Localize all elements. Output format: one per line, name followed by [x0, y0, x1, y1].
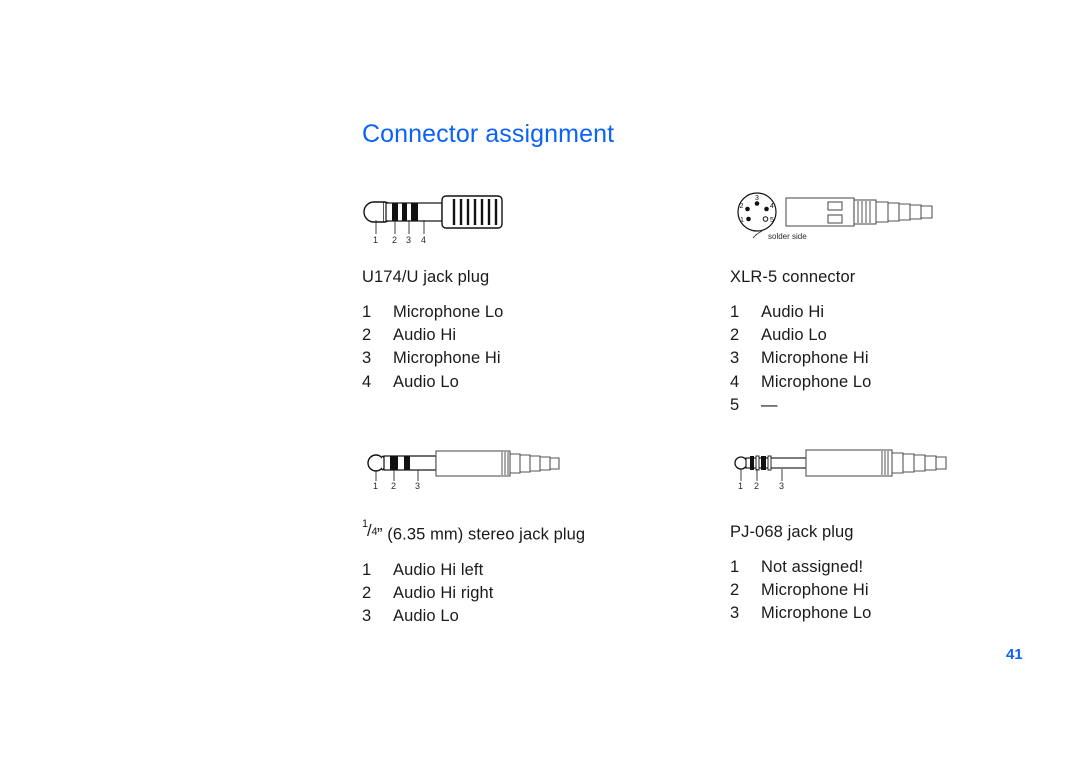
svg-text:3: 3 [755, 195, 759, 202]
u174u-plug-figure: 1 2 3 4 [362, 190, 562, 252]
svg-text:4: 4 [770, 203, 774, 210]
pin-label: Audio Hi [393, 326, 457, 345]
pin-row: 5 — [730, 394, 945, 417]
pin-label: Microphone Hi [761, 581, 869, 600]
stereo-jack-caption-rest: ” (6.35 mm) stereo jack plug [377, 525, 586, 544]
pin-row: 2 Audio Hi [362, 324, 562, 347]
pin-label: Audio Lo [761, 326, 827, 345]
pin-row: 1 Audio Hi left [362, 559, 585, 582]
connector-section-pj068: 1 2 3 PJ-068 jack plug 1 Not assigned! 2… [730, 445, 960, 626]
page-number: 41 [1006, 646, 1023, 663]
svg-text:5: 5 [770, 217, 774, 224]
connector-section-stereo-jack: 1 2 3 1 / 4 ” (6.35 mm) stereo jack plug… [362, 445, 585, 628]
stereo-jack-contact-number-2: 2 [391, 481, 397, 491]
svg-text:2: 2 [740, 203, 744, 210]
fraction-denominator: 4 [371, 525, 378, 538]
pin-number: 3 [730, 349, 740, 368]
u174u-pin-list: 1 Microphone Lo 2 Audio Hi 3 Microphone … [362, 301, 562, 394]
pin-row: 3 Audio Lo [362, 605, 585, 628]
xlr5-pin-dot-1 [746, 216, 751, 222]
pin-row: 4 Microphone Lo [730, 371, 945, 394]
pj068-pin-list: 1 Not assigned! 2 Microphone Hi 3 Microp… [730, 556, 960, 626]
pin-number: 1 [730, 303, 740, 321]
xlr5-pin-dot-5 [762, 216, 769, 222]
pin-row: 4 Audio Lo [362, 371, 562, 394]
pin-label: Microphone Hi [393, 349, 501, 368]
pin-row: 3 Microphone Hi [730, 347, 945, 370]
pin-number: 4 [362, 372, 372, 391]
u174u-contact-number-1: 1 [373, 235, 379, 245]
connector-section-u174u: 1 2 3 4 U174/U jack plug 1 Microphone Lo… [362, 190, 562, 394]
stereo-jack-contact-number-1: 1 [373, 481, 379, 491]
pin-row: 3 Microphone Hi [362, 347, 562, 370]
xlr5-solder-side-note: solder side [768, 232, 807, 241]
pj068-plug-drawing [734, 449, 947, 481]
pj068-contact-number-2: 2 [754, 481, 760, 491]
pj068-plug-figure: 1 2 3 [730, 445, 960, 507]
pin-number: 1 [730, 558, 740, 576]
pin-number: 2 [730, 581, 740, 600]
pin-number: 2 [730, 326, 740, 345]
stereo-jack-pin-list: 1 Audio Hi left 2 Audio Hi right 3 Audio… [362, 559, 585, 629]
u174u-contact-number-3: 3 [406, 235, 412, 245]
pj068-contact-number-1: 1 [738, 481, 744, 491]
u174u-contact-number-2: 2 [392, 235, 398, 245]
pin-label: Microphone Hi [761, 349, 869, 368]
pin-row: 2 Microphone Hi [730, 579, 960, 602]
pin-number: 3 [362, 349, 372, 368]
document-page: Connector assignment 1 2 3 4 U174/U jack… [0, 0, 1080, 763]
pin-label: Microphone Lo [761, 372, 872, 391]
pin-row: 1 Not assigned! [730, 556, 960, 579]
pin-label: Audio Hi right [393, 583, 494, 602]
pin-label: Not assigned! [761, 558, 864, 576]
pin-row: 1 Audio Hi [730, 301, 945, 324]
xlr5-pin-dot-4 [764, 206, 769, 212]
stereo-jack-contact-number-3: 3 [415, 481, 421, 491]
stereo-jack-figure: 1 2 3 [362, 445, 585, 507]
pin-row: 3 Microphone Lo [730, 602, 960, 625]
pin-number: 2 [362, 326, 372, 345]
pin-row: 1 Microphone Lo [362, 301, 562, 324]
xlr5-pin-dot-2 [745, 206, 750, 212]
pin-number: 1 [362, 303, 372, 321]
pin-number: 5 [730, 395, 740, 414]
pin-label: Microphone Lo [393, 303, 504, 321]
pin-label: Audio Lo [393, 372, 459, 391]
u174u-contact-number-4: 4 [421, 235, 427, 245]
pin-number: 1 [362, 560, 372, 579]
xlr5-caption: XLR-5 connector [730, 268, 856, 286]
pin-number: 3 [362, 606, 372, 625]
stereo-jack-caption: 1 / 4 ” (6.35 mm) stereo jack plug [362, 518, 586, 545]
pin-label: Audio Hi [761, 303, 825, 321]
pin-label: — [761, 395, 778, 414]
pin-number: 2 [362, 583, 372, 602]
pj068-contact-number-3: 3 [779, 481, 785, 491]
xlr5-pin-list: 1 Audio Hi 2 Audio Lo 3 Microphone Hi 4 … [730, 301, 945, 417]
fraction-one-quarter: 1 / 4 [362, 518, 378, 539]
pin-label: Audio Lo [393, 606, 459, 625]
pin-label: Audio Hi left [393, 560, 484, 579]
xlr5-connector-drawing: 3 2 4 1 5 [737, 192, 933, 239]
svg-text:1: 1 [740, 217, 744, 224]
pj068-caption: PJ-068 jack plug [730, 523, 854, 541]
pin-number: 3 [730, 604, 740, 623]
pin-label: Microphone Lo [761, 604, 872, 623]
pin-row: 2 Audio Lo [730, 324, 945, 347]
xlr5-connector-figure: 3 2 4 1 5 solder side [730, 190, 945, 252]
pin-row: 2 Audio Hi right [362, 582, 585, 605]
page-title: Connector assignment [362, 120, 615, 148]
u174u-caption: U174/U jack plug [362, 268, 490, 286]
connector-section-xlr5: 3 2 4 1 5 solder side XLR-5 connector 1 … [730, 190, 945, 417]
pin-number: 4 [730, 372, 740, 391]
